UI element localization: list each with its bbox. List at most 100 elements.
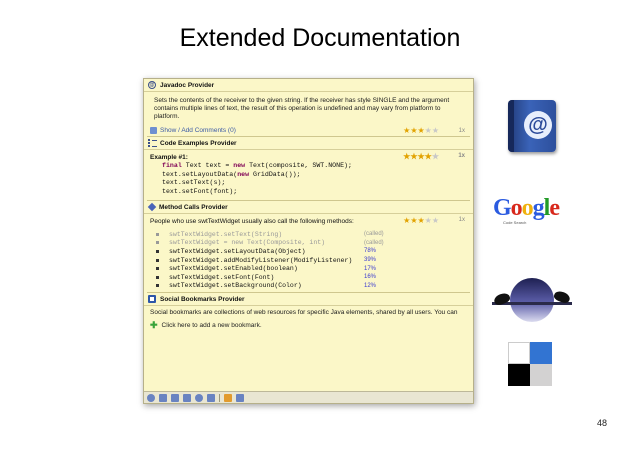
refresh-icon[interactable]: [236, 393, 244, 402]
at-icon: @: [148, 81, 156, 89]
add-bookmark-link[interactable]: Click here to add a new bookmark.: [162, 322, 262, 329]
bullet-icon: [156, 232, 159, 236]
comments-link[interactable]: Show / Add Comments (0): [160, 127, 236, 134]
code-keyword: new: [233, 162, 246, 169]
star-icon[interactable]: ★: [417, 126, 424, 135]
method-calls-section: Method Calls Provider People who use swt…: [144, 201, 473, 292]
method-item[interactable]: swtTextWidget.setFont(Font) 16%: [156, 273, 473, 282]
code-text: Text(composite, SWT.NONE);: [245, 162, 352, 169]
social-bookmarks-section: Social Bookmarks Provider Social bookmar…: [144, 293, 473, 331]
method-frequency: 16%: [364, 274, 377, 281]
star-icon[interactable]: ★: [417, 153, 424, 161]
method-frequency: 17%: [364, 265, 377, 272]
javadoc-line: Sets the contents of the receiver to the…: [154, 97, 450, 104]
provider-toolbar: [144, 391, 473, 403]
delicious-quadrant: [508, 364, 530, 386]
method-name: swtTextWidget.setFont(Font): [169, 273, 275, 281]
rating-stars[interactable]: ★ ★ ★ ★ ★: [403, 126, 439, 135]
delicious-logo: [508, 342, 552, 386]
star-icon[interactable]: ★: [432, 217, 439, 225]
star-icon[interactable]: ★: [410, 153, 417, 161]
plus-icon: ✚: [150, 320, 158, 331]
method-frequency: (called): [364, 239, 384, 246]
javadoc-header[interactable]: @ Javadoc Provider: [144, 79, 473, 92]
method-item[interactable]: swtTextWidget = new Text(Composite, int)…: [156, 239, 473, 248]
star-icon[interactable]: ★: [403, 153, 410, 161]
star-icon[interactable]: ★: [403, 126, 410, 135]
javadoc-toggle-icon[interactable]: [147, 393, 155, 402]
add-bookmark-row[interactable]: ✚ Click here to add a new bookmark.: [144, 317, 473, 331]
star-icon[interactable]: ★: [425, 153, 432, 161]
star-icon[interactable]: ★: [410, 217, 417, 225]
example-row: Example #1: ★ ★ ★ ★ ★ 1x: [144, 150, 473, 162]
method-toggle-icon[interactable]: [183, 393, 191, 402]
diamond-icon: [147, 202, 157, 212]
code-toggle-icon[interactable]: [171, 393, 179, 402]
diamond-toggle-icon[interactable]: [195, 393, 203, 402]
star-icon[interactable]: ★: [432, 126, 439, 135]
javadoc-line: contains multiple lines of text, the res…: [154, 105, 441, 112]
toolbar-separator: [219, 393, 220, 402]
bookmark-toggle-icon[interactable]: [207, 393, 215, 402]
delicious-quadrant: [508, 342, 530, 364]
method-calls-header[interactable]: Method Calls Provider: [144, 201, 473, 214]
method-name: swtTextWidget = new Text(Composite, int): [169, 239, 326, 247]
bullet-icon: [156, 249, 159, 253]
list-icon: [148, 139, 157, 147]
star-icon[interactable]: ★: [403, 217, 410, 225]
delicious-quadrant: [530, 364, 552, 386]
method-item[interactable]: swtTextWidget.addModifyListener(ModifyLi…: [156, 256, 473, 265]
vote-count: 1x: [458, 127, 465, 134]
star-icon[interactable]: ★: [425, 126, 432, 135]
at-sign-icon: @: [524, 111, 552, 139]
star-icon[interactable]: ★: [432, 153, 439, 161]
method-item[interactable]: swtTextWidget.setText(String) (called): [156, 230, 473, 239]
code-line: text.setLayoutData(new GridData());: [162, 171, 301, 178]
bullet-icon: [156, 241, 159, 245]
code-examples-header-label: Code Examples Provider: [160, 139, 237, 147]
code-line: text.setFont(font);: [162, 187, 238, 195]
method-frequency: 78%: [364, 248, 377, 255]
method-calls-intro: People who use swtTextWidget usually als…: [150, 218, 354, 225]
star-icon[interactable]: ★: [425, 217, 432, 225]
example-label: Example #1:: [150, 154, 188, 161]
rating-stars[interactable]: ★ ★ ★ ★ ★: [403, 217, 439, 225]
social-bookmarks-header[interactable]: Social Bookmarks Provider: [144, 293, 473, 307]
star-icon[interactable]: ★: [410, 126, 417, 135]
star-icon[interactable]: ★: [417, 217, 424, 225]
method-calls-header-label: Method Calls Provider: [159, 203, 228, 211]
method-item[interactable]: swtTextWidget.setLayoutData(Object) 78%: [156, 247, 473, 256]
method-name: swtTextWidget.addModifyListener(ModifyLi…: [169, 256, 353, 264]
settings-icon[interactable]: [224, 393, 232, 402]
method-item[interactable]: swtTextWidget.setBackground(Color) 12%: [156, 282, 473, 291]
bullet-icon: [156, 284, 159, 288]
method-name: swtTextWidget.setEnabled(boolean): [169, 265, 298, 273]
bullet-icon: [156, 258, 159, 262]
method-frequency: (called): [364, 231, 384, 238]
slide-title: Extended Documentation: [179, 24, 461, 52]
address-book-icon: @: [508, 100, 556, 152]
method-item[interactable]: swtTextWidget.setEnabled(boolean) 17%: [156, 264, 473, 273]
code-text: text.setLayoutData(: [162, 170, 238, 178]
method-frequency: 39%: [364, 257, 377, 264]
code-text: Text text =: [181, 162, 234, 169]
eclipse-disc: [510, 278, 554, 322]
vote-count: 1x: [458, 217, 465, 223]
code-line: final Text text = new Text(composite, SW…: [162, 162, 352, 169]
page-number: 48: [596, 418, 607, 428]
method-frequency: 12%: [364, 282, 377, 289]
vote-count: 1x: [458, 153, 465, 159]
list-toggle-icon[interactable]: [159, 393, 167, 402]
delicious-quadrant: [530, 342, 552, 364]
code-examples-header[interactable]: Code Examples Provider: [144, 137, 473, 150]
google-wordmark: Google: [493, 195, 560, 221]
bookmark-icon: [148, 295, 156, 304]
method-list: swtTextWidget.setText(String) (called) sw…: [144, 227, 473, 292]
code-snippet[interactable]: final Text text = new Text(composite, SW…: [144, 162, 473, 200]
code-keyword: new: [237, 170, 250, 178]
javadoc-line: platform.: [154, 113, 180, 120]
method-calls-intro-row: People who use swtTextWidget usually als…: [144, 214, 473, 227]
javadoc-section: @ Javadoc Provider Sets the contents of …: [144, 79, 473, 136]
javadoc-meta-row: Show / Add Comments (0) ★ ★ ★ ★ ★ 1x: [144, 125, 473, 136]
rating-stars[interactable]: ★ ★ ★ ★ ★: [403, 153, 439, 161]
